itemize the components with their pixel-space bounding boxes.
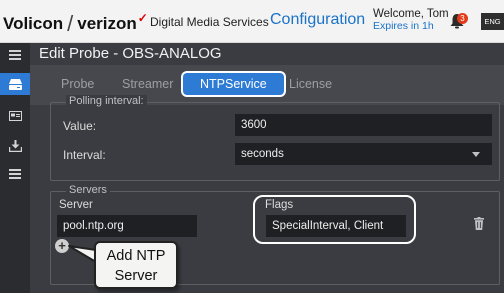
section-title[interactable]: Configuration: [270, 11, 365, 29]
card-icon: [8, 111, 22, 121]
welcome-text: Welcome, Tom: [373, 8, 449, 20]
interval-label: Interval:: [63, 148, 106, 162]
session-expiry: Expires in 1h: [373, 20, 434, 32]
tab-ntpservice[interactable]: NTPService: [183, 73, 284, 95]
tab-probe[interactable]: Probe: [61, 73, 94, 95]
probe-icon: [8, 78, 22, 90]
sidebar-item-list[interactable]: [0, 163, 30, 185]
sidebar-item-download[interactable]: [0, 135, 30, 157]
sidebar-item-probes[interactable]: [0, 73, 30, 95]
sidebar-item-cards[interactable]: [0, 105, 30, 127]
flags-highlight: [253, 195, 416, 244]
notifications-button[interactable]: 3: [448, 12, 468, 30]
list-icon: [9, 169, 21, 179]
interval-selected-value: seconds: [241, 148, 284, 160]
logo-volicon: Volicon: [3, 14, 64, 33]
value-label: Value:: [63, 119, 97, 133]
logo-verizon: verizon: [77, 14, 137, 33]
language-selector[interactable]: ENG: [481, 13, 504, 30]
callout-line-1: Add NTP: [106, 248, 166, 264]
sidebar-item-menu[interactable]: [0, 44, 30, 66]
top-bar: Volicon / verizon✓ Digital Media Services …: [0, 0, 504, 43]
sidebar: [0, 43, 30, 293]
polling-value-input[interactable]: 3600: [235, 114, 492, 136]
menu-icon: [9, 50, 21, 60]
server-column-header: Server: [59, 199, 93, 211]
polling-interval-legend: Polling interval:: [66, 95, 147, 107]
trash-icon[interactable]: [474, 217, 484, 230]
tab-streamer[interactable]: Streamer: [122, 73, 173, 95]
add-ntp-server-callout: Add NTP Server: [94, 241, 178, 289]
product-name: Digital Media Services: [150, 15, 269, 29]
logo-slash: /: [67, 11, 74, 36]
server-input[interactable]: pool.ntp.org: [57, 215, 197, 237]
notification-badge: 3: [457, 13, 468, 24]
chevron-down-icon: [472, 152, 480, 157]
tab-license[interactable]: License: [289, 73, 332, 95]
logo: Volicon / verizon✓: [3, 9, 148, 36]
logo-check: ✓: [137, 11, 148, 25]
interval-select[interactable]: seconds: [235, 143, 492, 165]
page-title: Edit Probe - OBS-ANALOG: [39, 45, 222, 62]
user-welcome[interactable]: Welcome, Tom Expires in 1h: [373, 8, 449, 32]
callout-line-2: Server: [114, 268, 158, 284]
servers-legend: Servers: [66, 184, 110, 196]
download-icon: [8, 140, 22, 152]
